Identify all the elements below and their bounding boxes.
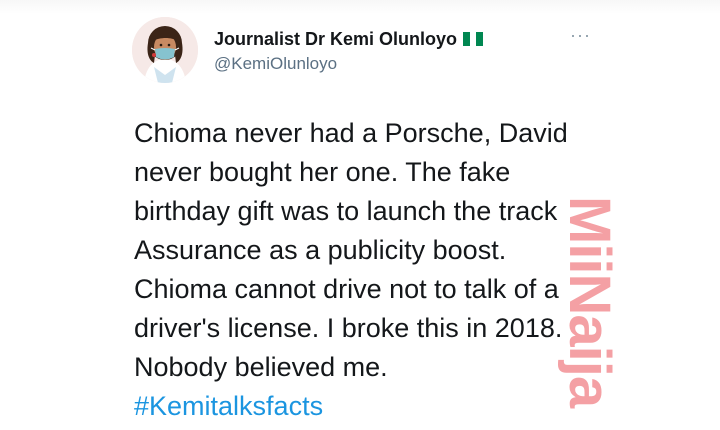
user-handle[interactable]: @KemiOlunloyo [214, 53, 483, 75]
tweet-text: Chioma never had a Porsche, David never … [134, 114, 574, 426]
watermark-text: MiiNaija [557, 196, 620, 409]
tweet-line: Nobody believed me. [134, 352, 388, 382]
display-name[interactable]: Journalist Dr Kemi Olunloyo [214, 28, 484, 50]
tweet-line: Chioma cannot drive not to talk of a [134, 274, 559, 304]
watermark: MiiNaija [556, 196, 620, 430]
watermark-label: MiiNaija [557, 196, 620, 409]
tweet-line: Chioma never had a Porsche, David [134, 118, 568, 148]
tweet-line: birthday gift was to launch the track [134, 196, 558, 226]
tweet-line: Assurance as a publicity boost. [134, 235, 507, 265]
display-name-text[interactable]: Journalist Dr Kemi Olunloyo [214, 28, 457, 50]
tweet-line: driver's license. I broke this in 2018. [134, 313, 563, 343]
tweet-card: Journalist Dr Kemi Olunloyo @KemiOlunloy… [0, 0, 720, 430]
nigeria-flag-icon [463, 32, 484, 46]
avatar-illustration [132, 17, 198, 83]
tweet-line: never bought her one. The fake [134, 157, 511, 187]
avatar[interactable] [132, 17, 198, 83]
tweet-header: Journalist Dr Kemi Olunloyo @KemiOlunloy… [214, 28, 484, 75]
more-icon[interactable]: ··· [570, 26, 591, 44]
hashtag-link[interactable]: #Kemitalksfacts [134, 387, 574, 426]
